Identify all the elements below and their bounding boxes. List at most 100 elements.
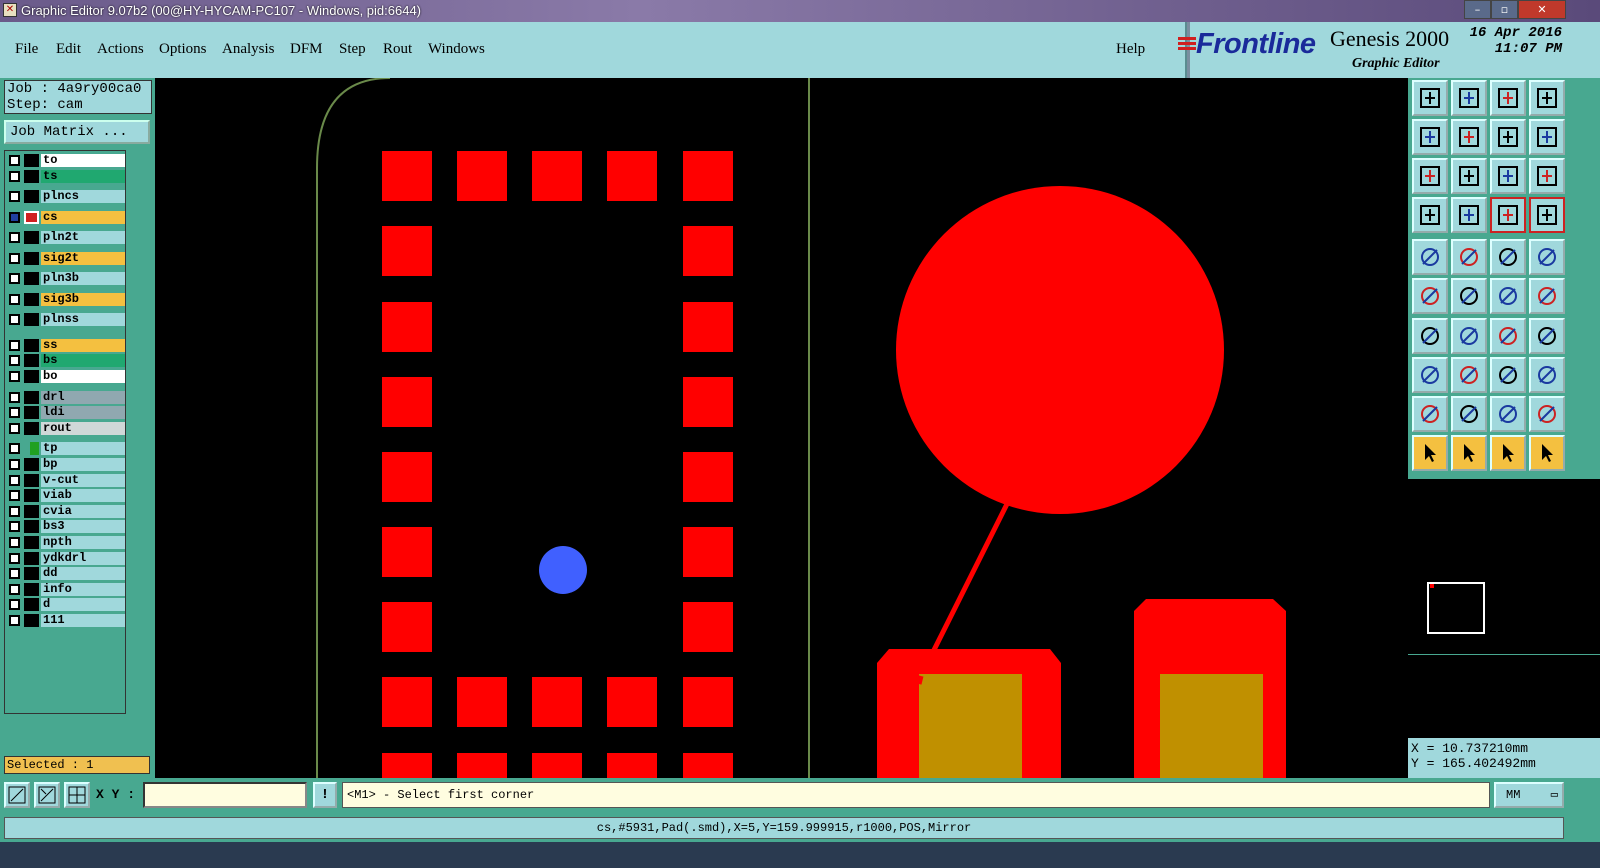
move-point2-button[interactable] [1529,278,1565,314]
close-button[interactable]: ✕ [1518,0,1566,19]
square-pad[interactable] [382,151,432,201]
square-pad[interactable] [457,151,507,201]
layer-checkbox[interactable] [9,521,20,533]
measure-button[interactable] [1451,239,1487,275]
square-pad[interactable] [382,527,432,577]
layer-row[interactable]: ts [7,169,125,183]
square-pad[interactable] [382,602,432,652]
layer-checkbox[interactable] [9,314,20,326]
help-query-button[interactable] [1529,158,1565,194]
square-pad[interactable] [457,753,507,778]
layer-checkbox[interactable] [9,170,20,182]
ruler-button[interactable] [1490,239,1526,275]
layer-checkbox[interactable] [9,211,20,223]
graphic-canvas[interactable] [155,78,1408,778]
square-pad[interactable] [683,677,733,727]
square-pad[interactable] [683,602,733,652]
square-pad[interactable] [607,677,657,727]
layer-row[interactable]: pln3b [7,272,125,286]
layer-checkbox[interactable] [9,458,20,470]
menu-analysis[interactable]: Analysis [222,41,275,58]
select3-button[interactable] [1490,435,1526,471]
select2-button[interactable] [1451,435,1487,471]
square-pad[interactable] [382,302,432,352]
xy-input[interactable] [143,782,307,808]
layer-row[interactable]: drl [7,390,125,404]
layer-row[interactable]: 111 [7,613,125,627]
unit-selector[interactable]: MM ▭ [1494,782,1564,808]
layer-row[interactable]: bs3 [7,520,125,534]
layer-row[interactable]: plnss [7,313,125,327]
layer-row[interactable]: viab [7,489,125,503]
layer-checkbox[interactable] [9,505,20,517]
layer-row[interactable]: v-cut [7,473,125,487]
layer-row[interactable]: d [7,598,125,612]
undo-view-button[interactable] [1490,119,1526,155]
overview-viewport[interactable] [1427,582,1485,634]
layer-checkbox[interactable] [9,273,20,285]
square-pad[interactable] [683,753,733,778]
layer-row[interactable]: to [7,154,125,167]
drill-hole[interactable] [539,546,587,594]
maximize-button[interactable]: ▫ [1491,0,1518,19]
layer-row[interactable]: info [7,582,125,596]
square-pad[interactable] [683,226,733,276]
layer-row[interactable]: plncs [7,190,125,204]
trace[interactable] [916,675,924,685]
layer-row[interactable]: cs [7,210,125,224]
menu-options[interactable]: Options [159,41,207,58]
dim-button[interactable] [1490,357,1526,393]
line-button[interactable] [1412,318,1448,354]
menu-rout[interactable]: Rout [383,41,412,58]
grid-mode-button[interactable] [34,782,60,808]
square-pad[interactable] [683,302,733,352]
text-a-button[interactable] [1412,396,1448,432]
pan-right-button[interactable] [1451,119,1487,155]
move-point-button[interactable] [1490,278,1526,314]
layer-checkbox[interactable] [9,232,20,244]
layer-checkbox[interactable] [9,422,20,434]
layer-row[interactable]: tp [7,442,125,456]
message-button[interactable]: ! [313,782,337,808]
cross-button[interactable] [1451,278,1487,314]
home-button[interactable] [1490,80,1526,116]
layer-row[interactable]: sig2t [7,251,125,265]
layer-row[interactable]: ydkdrl [7,551,125,565]
square-pad[interactable] [683,151,733,201]
line2-button[interactable] [1451,318,1487,354]
layer-checkbox[interactable] [9,583,20,595]
layer-row[interactable]: sig3b [7,292,125,306]
square-pad[interactable] [683,377,733,427]
pad-button[interactable] [1412,357,1448,393]
layer-row[interactable]: dd [7,567,125,581]
layer-checkbox[interactable] [9,293,20,305]
zoom-home-button[interactable] [1412,80,1448,116]
pan-left-button[interactable] [1412,119,1448,155]
camera-button[interactable] [1412,239,1448,275]
layer-row[interactable]: cvia [7,504,125,518]
dash-button[interactable] [1451,357,1487,393]
dot-button[interactable] [1529,239,1565,275]
square-pad[interactable] [683,452,733,502]
net-button[interactable] [1490,197,1526,233]
layer-row[interactable]: bs [7,354,125,368]
layer-checkbox[interactable] [9,490,20,502]
connect-button[interactable] [1412,278,1448,314]
copy-button[interactable] [1529,357,1565,393]
measure-mode-button[interactable] [64,782,90,808]
square-pad[interactable] [683,527,733,577]
layer-checkbox[interactable] [9,474,20,486]
layer-checkbox[interactable] [9,536,20,548]
layer-checkbox[interactable] [9,252,20,264]
menu-step[interactable]: Step [339,41,366,58]
snap-mode-button[interactable] [4,782,30,808]
select4-button[interactable] [1529,435,1565,471]
tools-button[interactable] [1412,197,1448,233]
job-matrix-button[interactable]: Job Matrix ... [4,120,150,144]
menu-actions[interactable]: Actions [97,41,144,58]
square-pad[interactable] [607,753,657,778]
menu-dfm[interactable]: DFM [290,41,323,58]
menu-edit[interactable]: Edit [56,41,81,58]
text-a3-button[interactable] [1490,396,1526,432]
layer-row[interactable]: bo [7,369,125,383]
